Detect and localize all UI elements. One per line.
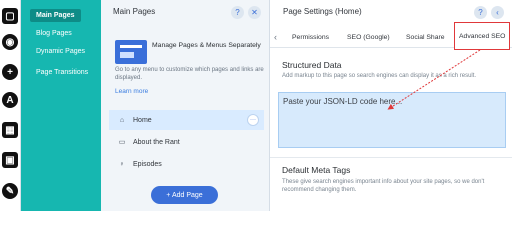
add-page-button[interactable]: + Add Page	[151, 186, 218, 204]
page-label: Home	[133, 116, 152, 124]
help-button[interactable]: ?	[474, 6, 487, 19]
learn-more-link[interactable]: Learn more	[115, 88, 148, 95]
editor-root: ▢ ◉ + A ▦ ▣ ✎ Main Pages Blog Pages Dyna…	[0, 0, 512, 211]
page-settings-panel: Page Settings (Home) ? ‹ ‹ Permissions S…	[270, 0, 512, 211]
pages-icon[interactable]: ▢	[2, 8, 18, 24]
page-row-about[interactable]: ▭ About the Rant	[109, 132, 264, 152]
json-ld-placeholder: Paste your JSON-LD code here...	[283, 97, 403, 106]
settings-title: Page Settings (Home)	[283, 7, 362, 16]
pages-nav: Main Pages Blog Pages Dynamic Pages Page…	[21, 0, 101, 211]
tab-permissions[interactable]: Permissions	[292, 26, 329, 48]
menus-icon[interactable]: ◉	[2, 34, 18, 50]
promo-title: Manage Pages & Menus Separately	[152, 42, 261, 49]
panel-title: Main Pages	[113, 7, 156, 16]
tab-seo-google[interactable]: SEO (Google)	[347, 26, 390, 48]
pages-menus-illustration-icon	[115, 40, 147, 64]
page-label: Episodes	[133, 160, 162, 168]
nav-main-pages[interactable]: Main Pages	[30, 9, 81, 22]
apps-icon[interactable]: ▦	[2, 122, 18, 138]
meta-tags-title: Default Meta Tags	[282, 165, 351, 175]
blog-icon[interactable]: ✎	[2, 183, 18, 199]
nav-dynamic-pages[interactable]: Dynamic Pages	[36, 48, 85, 55]
home-icon: ⌂	[119, 116, 125, 124]
help-button[interactable]: ?	[231, 6, 244, 19]
structured-data-text: Add markup to this page so search engine…	[282, 73, 477, 79]
episodes-icon: ♀	[119, 160, 125, 168]
promo-text: Go to any menu to customize which pages …	[115, 67, 264, 81]
settings-tabs: ‹ Permissions SEO (Google) Social Share …	[270, 22, 512, 50]
media-icon[interactable]: ▣	[2, 152, 18, 168]
json-ld-input[interactable]: Paste your JSON-LD code here...	[278, 92, 506, 148]
main-pages-panel: Main Pages ? ✕ Manage Pages & Menus Sepa…	[101, 0, 270, 211]
close-button[interactable]: ✕	[248, 6, 261, 19]
structured-data-title: Structured Data	[282, 60, 342, 70]
design-icon[interactable]: A	[2, 92, 18, 108]
tab-social-share[interactable]: Social Share	[406, 26, 445, 48]
page-row-home[interactable]: ⌂ Home ···	[109, 110, 264, 130]
meta-tags-text: These give search engines important info…	[282, 179, 485, 193]
page-row-episodes[interactable]: ♀ Episodes	[109, 154, 264, 174]
back-arrow-button[interactable]: ‹	[491, 6, 504, 19]
nav-blog-pages[interactable]: Blog Pages	[36, 30, 72, 37]
page-label: About the Rant	[133, 138, 180, 146]
tabs-scroll-left-icon[interactable]: ‹	[274, 26, 277, 48]
page-menu-button[interactable]: ···	[247, 114, 259, 126]
add-icon[interactable]: +	[2, 64, 18, 80]
tool-rail: ▢ ◉ + A ▦ ▣ ✎	[0, 0, 21, 211]
nav-page-transitions[interactable]: Page Transitions	[36, 69, 88, 76]
tab-advanced-seo[interactable]: Advanced SEO	[454, 22, 511, 50]
divider	[270, 157, 512, 158]
page-icon: ▭	[118, 139, 126, 146]
